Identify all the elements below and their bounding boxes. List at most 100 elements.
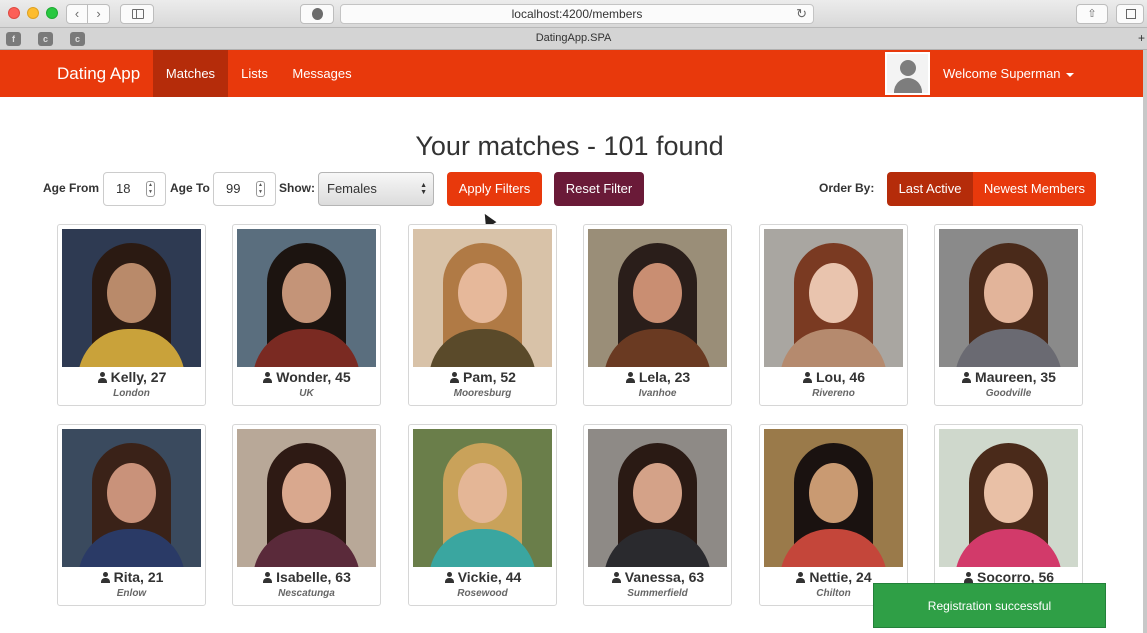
member-card[interactable]: Pam, 52 Mooresburg [408,224,557,406]
share-button[interactable]: ⇧ [1076,4,1108,24]
forward-button[interactable]: › [88,4,110,24]
member-card[interactable]: Isabelle, 63 Nescatunga [232,424,381,606]
photo-face [809,463,858,523]
member-photo[interactable] [62,429,201,567]
order-by-toggle: Last Active Newest Members [887,172,1096,206]
user-dropdown-toggle[interactable]: Welcome Superman [943,50,1074,97]
user-icon [97,372,108,383]
user-icon [449,372,460,383]
photo-face [809,263,858,323]
member-name-age: Vickie, 44 [457,569,522,585]
order-newest-members-button[interactable]: Newest Members [973,172,1096,206]
app-navbar: Dating App Matches Lists Messages Welcom… [0,50,1143,97]
new-tab-button[interactable]: + [1138,31,1145,45]
member-name-age: Nettie, 24 [809,569,872,585]
user-avatar[interactable] [885,52,930,95]
age-from-value: 18 [116,181,131,196]
member-name: Rita, 21 [58,569,205,585]
member-photo[interactable] [588,429,727,567]
member-card[interactable]: Socorro, 56 [934,424,1083,606]
bookmark-icon[interactable]: c [70,32,85,46]
address-bar[interactable]: localhost:4200/members ↻ [340,4,814,24]
order-last-active-button[interactable]: Last Active [887,172,973,206]
member-name: Pam, 52 [409,369,556,385]
tab-title[interactable]: DatingApp.SPA [0,32,1147,44]
gender-select-value: Females [327,181,377,196]
show-tabs-button[interactable] [1116,4,1144,24]
privacy-button[interactable] [300,4,334,24]
close-window-icon[interactable] [8,7,20,19]
user-icon [262,572,273,583]
age-to-stepper[interactable]: ▲ ▼ [256,181,265,197]
member-photo[interactable] [413,429,552,567]
browser-tab-bar: DatingApp.SPA f c c + [0,28,1147,50]
member-card[interactable]: Vickie, 44 Rosewood [408,424,557,606]
url-text: localhost:4200/members [511,7,643,21]
photo-face [282,263,331,323]
nav-link-lists[interactable]: Lists [228,50,281,97]
photo-face [282,463,331,523]
member-card[interactable]: Lou, 46 Rivereno [759,224,908,406]
member-card[interactable]: Lela, 23 Ivanhoe [583,224,732,406]
member-photo[interactable] [764,229,903,367]
nav-link-matches[interactable]: Matches [153,50,228,97]
member-name-age: Maureen, 35 [975,369,1056,385]
member-card[interactable]: Wonder, 45 UK [232,224,381,406]
nav-link-messages[interactable]: Messages [281,50,363,97]
photo-face [458,463,507,523]
reset-filter-button[interactable]: Reset Filter [554,172,644,206]
brand-link[interactable]: Dating App [57,50,140,97]
member-name: Vanessa, 63 [584,569,731,585]
member-name: Maureen, 35 [935,369,1082,385]
bookmark-icon[interactable]: c [38,32,53,46]
photo-face [458,263,507,323]
reload-icon[interactable]: ↻ [796,5,807,23]
back-button[interactable]: ‹ [66,4,88,24]
age-from-stepper[interactable]: ▲ ▼ [146,181,155,197]
age-from-input[interactable]: 18 ▲ ▼ [103,172,166,206]
user-icon [963,572,974,583]
age-to-label: Age To [170,181,210,195]
member-photo[interactable] [237,429,376,567]
member-photo[interactable] [413,229,552,367]
member-photo[interactable] [62,229,201,367]
member-card[interactable]: Vanessa, 63 Summerfield [583,424,732,606]
minimize-window-icon[interactable] [27,7,39,19]
show-label: Show: [279,181,315,195]
page-title: Your matches - 101 found [415,131,724,161]
age-to-input[interactable]: 99 ▲ ▼ [213,172,276,206]
maximize-window-icon[interactable] [46,7,58,19]
member-city: Rivereno [812,388,855,399]
apply-filters-button[interactable]: Apply Filters [447,172,542,206]
gender-select[interactable]: Females ▲ ▼ [318,172,434,206]
member-card[interactable]: Rita, 21 Enlow [57,424,206,606]
shield-icon [312,8,323,20]
member-name: Isabelle, 63 [233,569,380,585]
member-card[interactable]: Kelly, 27 London [57,224,206,406]
sidebar-toggle-button[interactable] [120,4,154,24]
member-name-age: Pam, 52 [463,369,516,385]
member-city: Ivanhoe [638,388,677,399]
member-photo[interactable] [588,229,727,367]
user-placeholder-icon [900,60,916,76]
toast-notification[interactable]: Registration successful [873,583,1106,628]
member-photo[interactable] [939,429,1078,567]
member-city: Nescatunga [278,588,335,599]
facebook-icon[interactable]: f [6,32,21,46]
member-name: Wonder, 45 [233,369,380,385]
member-card[interactable]: Maureen, 35 Goodville [934,224,1083,406]
member-name: Lela, 23 [584,369,731,385]
photo-face [107,263,156,323]
member-name: Vickie, 44 [409,569,556,585]
photo-face [984,463,1033,523]
member-photo[interactable] [237,229,376,367]
member-card[interactable]: Nettie, 24 Chilton [759,424,908,606]
member-photo[interactable] [939,229,1078,367]
history-nav: ‹ › [66,4,110,24]
select-arrows-icon: ▲ ▼ [420,182,427,196]
member-city: Summerfield [627,588,688,599]
member-city: Mooresburg [453,388,512,399]
photo-face [107,463,156,523]
age-to-value: 99 [226,181,241,196]
member-photo[interactable] [764,429,903,567]
